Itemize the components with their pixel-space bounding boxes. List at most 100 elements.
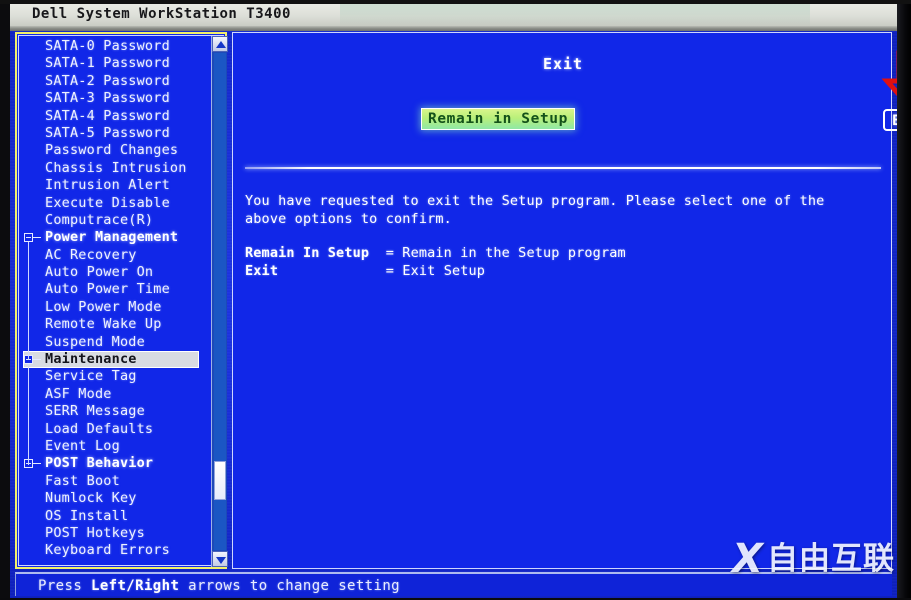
titlebar-shadow — [10, 26, 897, 31]
scroll-down-button[interactable] — [212, 551, 228, 567]
legend-definition: Exit Setup — [402, 262, 486, 279]
menu-item-label: Auto Power On — [45, 264, 154, 281]
legend-separator: = — [385, 262, 403, 279]
menu-item-sata-3-password[interactable]: SATA-3 Password — [23, 90, 205, 107]
legend-row: Remain In Setup = Remain in the Setup pr… — [245, 245, 885, 263]
menu-item-label: Computrace(R) — [45, 211, 154, 228]
settings-menu-list[interactable]: SATA-0 Password SATA-1 Password SATA-2 Pas… — [23, 38, 205, 566]
menu-item-service-tag[interactable]: Service Tag — [23, 368, 205, 385]
menu-item-password-changes[interactable]: Password Changes — [23, 142, 205, 159]
menu-item-fast-boot[interactable]: Fast Boot — [23, 473, 205, 490]
menu-item-sata-1-password[interactable]: SATA-1 Password — [23, 55, 205, 72]
monitor-bezel-right — [897, 0, 911, 600]
menu-item-numlock-key[interactable]: Numlock Key — [23, 490, 205, 507]
scroll-up-arrow-icon — [216, 41, 226, 48]
menu-item-os-install[interactable]: OS Install — [23, 508, 205, 525]
legend-spacer — [278, 263, 386, 279]
menu-item-label: Remote Wake Up — [45, 316, 162, 333]
pane-title: Exit — [542, 55, 584, 73]
legend-definition: Remain in the Setup program — [402, 245, 626, 261]
legend-term: Exit — [245, 262, 279, 279]
menu-item-maintenance[interactable]: Maintenance — [23, 351, 199, 369]
menu-item-power-management[interactable]: Power Management — [23, 229, 205, 246]
menu-item-suspend-mode[interactable]: Suspend Mode — [23, 334, 205, 351]
option-legend: Remain In Setup = Remain in the Setup pr… — [245, 245, 885, 280]
menu-item-intrusion-alert[interactable]: Intrusion Alert — [23, 177, 205, 194]
menu-item-label: SATA-2 Password — [45, 72, 170, 89]
menu-item-label: Maintenance — [45, 351, 137, 368]
menu-item-label: Numlock Key — [45, 490, 137, 507]
menu-item-event-log[interactable]: Event Log — [23, 438, 205, 455]
legend-separator: = — [385, 245, 403, 261]
menu-item-ac-recovery[interactable]: AC Recovery — [23, 247, 205, 264]
menu-item-label: Fast Boot — [45, 472, 120, 489]
status-keys: Left/Right — [90, 578, 180, 594]
x-logo-icon: X — [732, 536, 763, 582]
tree-rail — [28, 242, 29, 361]
menu-item-auto-power-on[interactable]: Auto Power On — [23, 264, 205, 281]
menu-item-label: Chassis Intrusion — [45, 159, 187, 176]
collapse-box-minus-icon[interactable] — [24, 233, 33, 243]
menu-item-label: SERR Message — [45, 403, 145, 420]
window-titlebar: Dell System WorkStation T3400 — [10, 4, 897, 26]
menu-item-sata-4-password[interactable]: SATA-4 Password — [23, 108, 205, 125]
help-text-block: You have requested to exit the Setup pro… — [245, 193, 885, 280]
menu-item-label: SATA-1 Password — [45, 55, 170, 72]
watermark-text: 自由互联 — [767, 541, 895, 577]
detail-panel: Exit Remain in Setup Exit You have reque… — [232, 32, 911, 569]
watermark: X 自由互联 — [732, 536, 895, 582]
menu-item-label: OS Install — [45, 507, 129, 524]
tree-rail — [28, 364, 29, 465]
scroll-up-button[interactable] — [212, 36, 228, 52]
menu-item-sata-5-password[interactable]: SATA-5 Password — [23, 125, 205, 142]
menu-item-label: SATA-4 Password — [45, 107, 170, 124]
menu-item-chassis-intrusion[interactable]: Chassis Intrusion — [23, 160, 205, 177]
menu-item-asf-mode[interactable]: ASF Mode — [23, 386, 205, 403]
menu-item-post-behavior[interactable]: POST Behavior — [23, 455, 205, 472]
menu-item-computrace-r[interactable]: Computrace(R) — [23, 212, 205, 229]
tree-connector — [33, 463, 41, 465]
scrollbar-track[interactable] — [214, 53, 226, 550]
menu-item-load-defaults[interactable]: Load Defaults — [23, 421, 205, 438]
menu-scrollbar[interactable] — [211, 36, 228, 567]
status-suffix: arrows to change setting — [179, 578, 400, 594]
menu-item-post-hotkeys[interactable]: POST Hotkeys — [23, 525, 205, 542]
help-description: You have requested to exit the Setup pro… — [245, 193, 825, 227]
tree-connector — [33, 359, 41, 361]
menu-item-sata-2-password[interactable]: SATA-2 Password — [23, 73, 205, 90]
menu-item-label: ASF Mode — [45, 385, 112, 402]
menu-item-label: Intrusion Alert — [45, 177, 170, 194]
menu-item-label: POST Behavior — [45, 455, 154, 472]
crt-scan-tint — [340, 4, 810, 26]
bios-main-area: SATA-0 Password SATA-1 Password SATA-2 Pas… — [10, 31, 911, 598]
scroll-down-arrow-icon — [216, 557, 226, 564]
menu-item-sata-0-password[interactable]: SATA-0 Password — [23, 38, 205, 55]
menu-item-serr-message[interactable]: SERR Message — [23, 403, 205, 420]
remain-in-setup-option[interactable]: Remain in Setup — [422, 109, 574, 129]
legend-row: Exit = Exit Setup — [245, 263, 885, 281]
menu-item-label: POST Hotkeys — [45, 524, 145, 541]
menu-item-label: Service Tag — [45, 368, 137, 385]
monitor-bezel-top — [0, 0, 911, 4]
menu-item-label: AC Recovery — [45, 246, 137, 263]
scrollbar-thumb[interactable] — [214, 460, 226, 501]
menu-item-label: Low Power Mode — [45, 298, 162, 315]
menu-item-label: Load Defaults — [45, 420, 154, 437]
menu-item-remote-wake-up[interactable]: Remote Wake Up — [23, 316, 205, 333]
menu-item-keyboard-errors[interactable]: Keyboard Errors — [23, 542, 205, 559]
bios-setup-screen: Dell System WorkStation T3400 SATA-0 Pas… — [0, 0, 911, 600]
status-bar-hint: Press Left/Right arrows to change settin… — [38, 578, 400, 594]
window-title: Dell System WorkStation T3400 — [32, 6, 291, 22]
status-prefix: Press — [38, 578, 91, 594]
menu-item-label: Keyboard Errors — [45, 542, 170, 559]
menu-item-label: Auto Power Time — [45, 281, 170, 298]
menu-item-label: Power Management — [45, 229, 179, 246]
menu-item-low-power-mode[interactable]: Low Power Mode — [23, 299, 205, 316]
menu-item-auto-power-time[interactable]: Auto Power Time — [23, 281, 205, 298]
menu-item-label: Password Changes — [45, 142, 179, 159]
tree-connector — [33, 237, 41, 239]
legend-spacer — [369, 245, 386, 261]
menu-item-label: SATA-5 Password — [45, 124, 170, 141]
menu-item-execute-disable[interactable]: Execute Disable — [23, 195, 205, 212]
section-divider — [245, 167, 881, 169]
